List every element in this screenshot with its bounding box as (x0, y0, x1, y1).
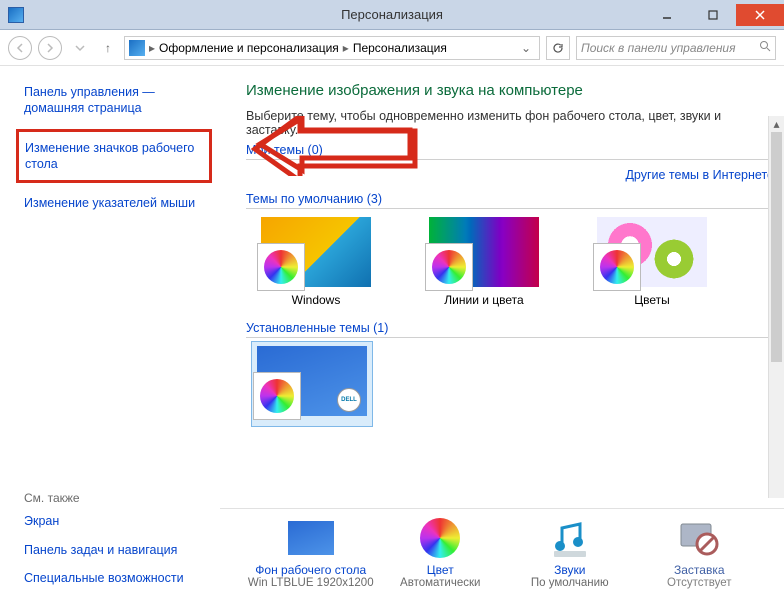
sidebar-desktop-icons[interactable]: Изменение значков рабочего стола (16, 129, 212, 184)
search-icon (759, 40, 771, 55)
sound-value: По умолчанию (505, 577, 635, 589)
scroll-thumb[interactable] (771, 132, 782, 362)
see-also-heading: См. также (24, 491, 208, 505)
dell-logo-icon: DELL (337, 388, 361, 412)
titlebar: Персонализация (0, 0, 784, 30)
theme-lines[interactable]: Линии и цвета (424, 217, 544, 307)
section-installed-themes: Установленные темы (1) (246, 321, 774, 338)
color-button[interactable]: Цвет Автоматически (376, 517, 506, 608)
bottom-strip: Фон рабочего стола Win LTBLUE 1920x1200 … (220, 508, 784, 608)
saver-label: Заставка (635, 563, 765, 577)
saver-value: Отсутствует (635, 577, 765, 589)
main-panel: Изменение изображения и звука на компьют… (220, 66, 784, 608)
sidebar: Панель управления — домашняя страница Из… (0, 66, 220, 608)
window-title: Персонализация (0, 7, 784, 22)
breadcrumb[interactable]: ▸ Оформление и персонализация ▸ Персонал… (124, 36, 540, 60)
up-button[interactable]: ↑ (98, 41, 118, 55)
sounds-button[interactable]: Звуки По умолчанию (505, 517, 635, 608)
bg-value: Win LTBLUE 1920x1200 (246, 577, 376, 589)
section-my-themes: Мои темы (0) (246, 143, 774, 160)
breadcrumb-dropdown[interactable]: ⌄ (517, 41, 535, 55)
forward-button[interactable] (38, 36, 62, 60)
color-wheel-icon (420, 518, 460, 558)
theme-windows[interactable]: Windows (256, 217, 376, 307)
color-value: Автоматически (376, 577, 506, 589)
color-label: Цвет (376, 563, 506, 577)
sidebar-taskbar[interactable]: Панель задач и навигация (24, 542, 208, 558)
color-wheel-icon (260, 379, 294, 413)
chevron-right-icon: ▸ (149, 41, 155, 55)
history-dropdown[interactable] (68, 36, 92, 60)
back-button[interactable] (8, 36, 32, 60)
theme-label: Цветы (634, 293, 670, 307)
theme-label: Windows (292, 293, 341, 307)
background-thumb-icon (288, 521, 334, 555)
theme-installed-1[interactable]: DELL (252, 342, 372, 426)
breadcrumb-seg[interactable]: Персонализация (353, 41, 447, 55)
sidebar-mouse-pointers[interactable]: Изменение указателей мыши (24, 195, 208, 211)
music-notes-icon (546, 517, 594, 559)
page-subtitle: Выберите тему, чтобы одновременно измени… (246, 109, 774, 137)
sidebar-home[interactable]: Панель управления — домашняя страница (24, 84, 208, 117)
page-title: Изменение изображения и звука на компьют… (246, 82, 774, 99)
bg-label: Фон рабочего стола (246, 563, 376, 577)
scroll-up-icon[interactable]: ▴ (769, 116, 784, 132)
sidebar-screen[interactable]: Экран (24, 513, 208, 529)
theme-flowers[interactable]: Цветы (592, 217, 712, 307)
refresh-button[interactable] (546, 36, 570, 60)
color-wheel-icon (600, 250, 634, 284)
search-input[interactable]: Поиск в панели управления (576, 36, 776, 60)
desktop-background-button[interactable]: Фон рабочего стола Win LTBLUE 1920x1200 (246, 517, 376, 608)
color-wheel-icon (432, 250, 466, 284)
screensaver-button[interactable]: Заставка Отсутствует (635, 517, 765, 608)
breadcrumb-seg[interactable]: Оформление и персонализация (159, 41, 339, 55)
theme-label: Линии и цвета (444, 293, 523, 307)
search-placeholder: Поиск в панели управления (581, 41, 736, 55)
location-icon (129, 40, 145, 56)
scrollbar[interactable]: ▴ (768, 116, 784, 498)
sidebar-ease[interactable]: Специальные возможности (24, 570, 208, 586)
sound-label: Звуки (505, 563, 635, 577)
chevron-right-icon: ▸ (343, 41, 349, 55)
section-default-themes: Темы по умолчанию (3) (246, 192, 774, 209)
color-wheel-icon (264, 250, 298, 284)
online-themes-link[interactable]: Другие темы в Интернете (625, 168, 774, 182)
screensaver-disabled-icon (675, 517, 723, 559)
navbar: ↑ ▸ Оформление и персонализация ▸ Персон… (0, 30, 784, 66)
